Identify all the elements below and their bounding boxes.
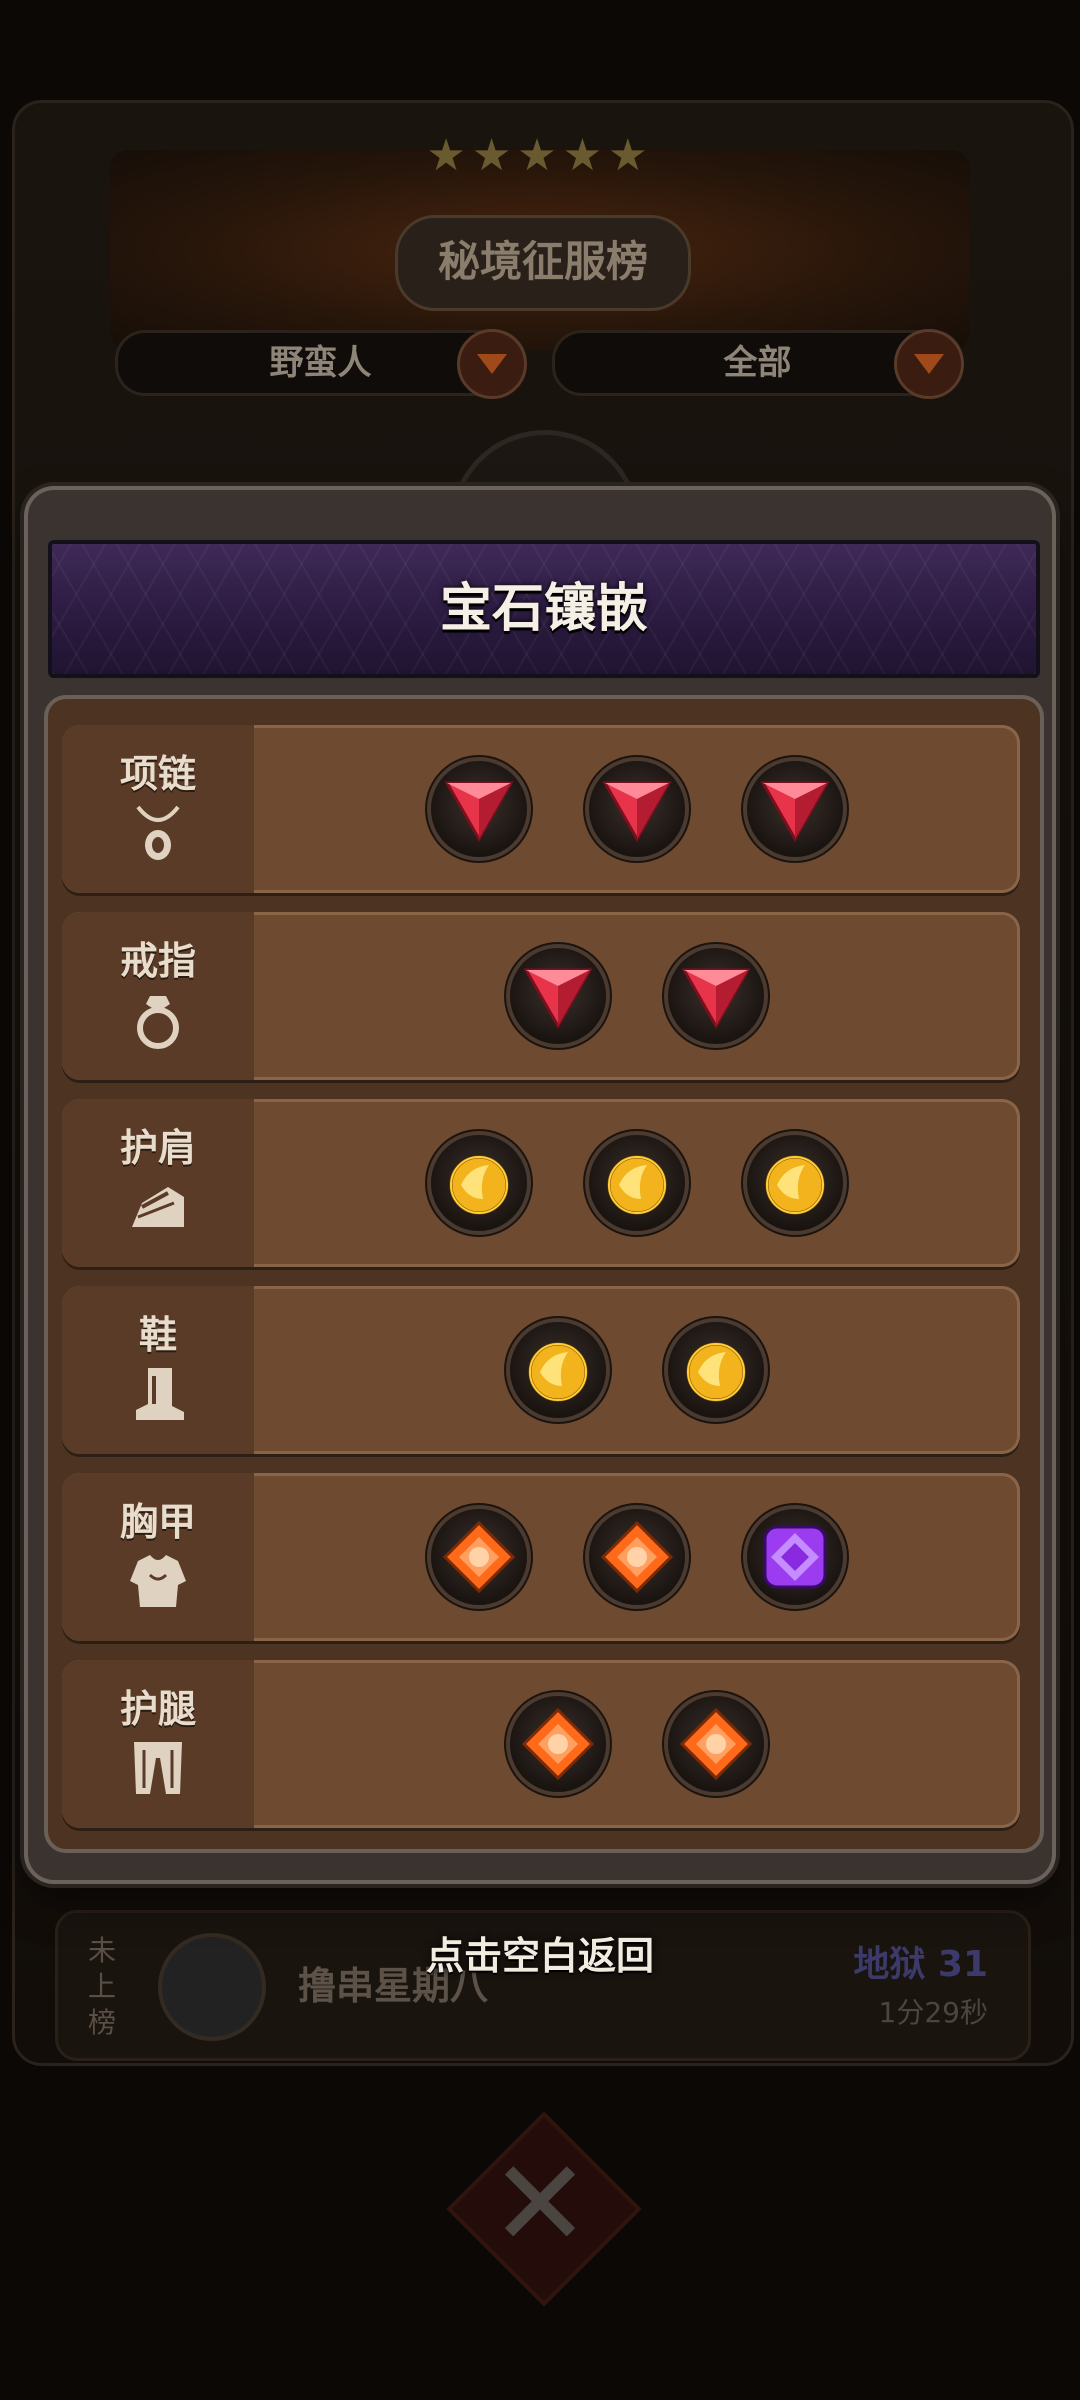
gem-row: 戒指 xyxy=(62,912,1020,1080)
rank-stars: ★★★★★ xyxy=(426,130,654,181)
slot-cell: 护肩 xyxy=(62,1099,254,1267)
chevron-down-icon[interactable] xyxy=(894,329,964,399)
purple-square-gem-icon[interactable] xyxy=(747,1509,843,1605)
slot-cell: 护腿 xyxy=(62,1660,254,1828)
shoulder-icon xyxy=(128,1177,188,1237)
gem-row: 鞋 xyxy=(62,1286,1020,1454)
orange-square-gem-icon[interactable] xyxy=(668,1696,764,1792)
gem-slots xyxy=(254,1286,1020,1454)
slot-cell: 戒指 xyxy=(62,912,254,1080)
red-triangle-gem-icon[interactable] xyxy=(747,761,843,857)
necklace-icon xyxy=(128,803,188,863)
orange-square-gem-icon[interactable] xyxy=(589,1509,685,1605)
gem-row: 护腿 xyxy=(62,1660,1020,1828)
tap-blank-to-return-hint[interactable]: 点击空白返回 xyxy=(0,1925,1080,1980)
gem-row: 项链 xyxy=(62,725,1020,893)
red-triangle-gem-icon[interactable] xyxy=(510,948,606,1044)
slot-label: 鞋 xyxy=(138,1313,177,1357)
gold-round-gem-icon[interactable] xyxy=(431,1135,527,1231)
gem-row: 护肩 xyxy=(62,1099,1020,1267)
gold-round-gem-icon[interactable] xyxy=(510,1322,606,1418)
modal-title: 宝石镶嵌 xyxy=(439,579,648,639)
slot-label: 戒指 xyxy=(119,939,196,983)
scope-filter-dropdown[interactable]: 全部 xyxy=(552,329,964,399)
class-filter-label: 野蛮人 xyxy=(269,343,372,383)
red-triangle-gem-icon[interactable] xyxy=(431,761,527,857)
gem-slots xyxy=(254,1660,1020,1828)
gem-list: 项链戒指护肩鞋胸甲护腿 xyxy=(44,695,1044,1853)
ring-icon xyxy=(128,990,188,1050)
slot-cell: 项链 xyxy=(62,725,254,893)
gold-round-gem-icon[interactable] xyxy=(747,1135,843,1231)
boot-icon xyxy=(128,1364,188,1424)
leg-armor-icon xyxy=(128,1738,188,1798)
class-filter-dropdown[interactable]: 野蛮人 xyxy=(115,329,527,399)
gem-slots xyxy=(254,912,1020,1080)
scope-filter-label: 全部 xyxy=(723,343,792,383)
orange-square-gem-icon[interactable] xyxy=(431,1509,527,1605)
gold-round-gem-icon[interactable] xyxy=(668,1322,764,1418)
gold-round-gem-icon[interactable] xyxy=(589,1135,685,1231)
gem-socket-modal: 宝石镶嵌 项链戒指护肩鞋胸甲护腿 xyxy=(28,490,1052,1880)
slot-label: 护肩 xyxy=(119,1126,196,1170)
orange-square-gem-icon[interactable] xyxy=(510,1696,606,1792)
red-triangle-gem-icon[interactable] xyxy=(668,948,764,1044)
chest-armor-icon xyxy=(128,1551,188,1611)
clear-time: 1分29秒 xyxy=(878,1996,988,2029)
gem-slots xyxy=(254,725,1020,893)
gem-row: 胸甲 xyxy=(62,1473,1020,1641)
slot-label: 胸甲 xyxy=(119,1500,196,1544)
leaderboard-title: 秘境征服榜 xyxy=(395,215,691,311)
slot-cell: 胸甲 xyxy=(62,1473,254,1641)
modal-header: 宝石镶嵌 xyxy=(48,540,1040,678)
slot-label: 护腿 xyxy=(119,1687,196,1731)
chevron-down-icon[interactable] xyxy=(457,329,527,399)
slot-label: 项链 xyxy=(119,752,196,796)
gem-slots xyxy=(254,1473,1020,1641)
x-icon: ✕ xyxy=(489,2135,591,2274)
red-triangle-gem-icon[interactable] xyxy=(589,761,685,857)
slot-cell: 鞋 xyxy=(62,1286,254,1454)
gem-slots xyxy=(254,1099,1020,1267)
